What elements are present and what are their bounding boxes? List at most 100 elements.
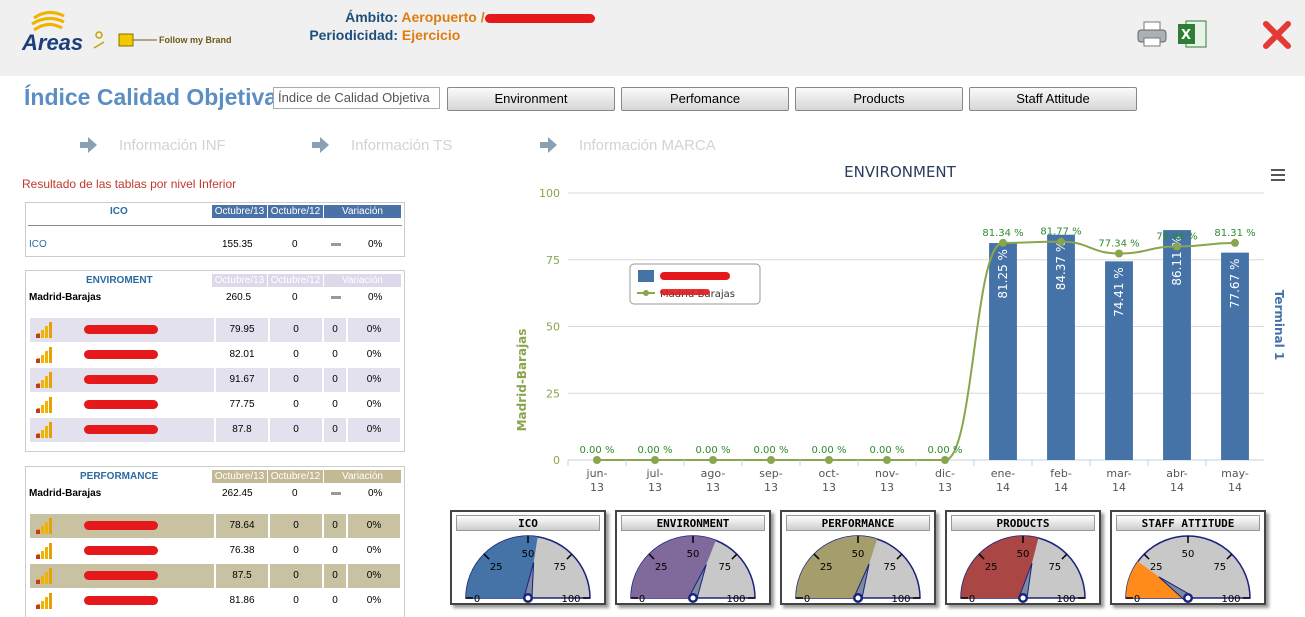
line-point[interactable] bbox=[651, 456, 659, 464]
x-tick-label: 13 bbox=[764, 481, 778, 494]
x-tick-label: 14 bbox=[996, 481, 1010, 494]
cell-value: 82.01 bbox=[216, 343, 268, 367]
close-button[interactable] bbox=[1260, 18, 1294, 57]
table-row[interactable]: 87.5 0 0 0% bbox=[30, 564, 400, 588]
cell-value: 79.95 bbox=[216, 318, 268, 342]
gauge-title: ENVIRONMENT bbox=[621, 515, 765, 531]
gauge-environment[interactable]: ENVIRONMENT 0 25 50 75 100 bbox=[615, 510, 771, 605]
gauge-products[interactable]: PRODUCTS 0 25 50 75 100 bbox=[945, 510, 1101, 605]
line-point[interactable] bbox=[1115, 249, 1123, 258]
line-point[interactable] bbox=[999, 238, 1007, 247]
bar-chart-icon[interactable] bbox=[36, 346, 54, 364]
line-data-label: 0.00 % bbox=[754, 445, 789, 456]
cell-value: 0 bbox=[324, 343, 346, 367]
gauge-tick-label: 50 bbox=[522, 549, 535, 560]
gauge-tick-label: 50 bbox=[1017, 549, 1030, 560]
gauge-title: PRODUCTS bbox=[951, 515, 1095, 531]
info-ts-link[interactable]: Información TS bbox=[351, 137, 452, 154]
gauge-performance[interactable]: PERFORMANCE 0 25 50 75 100 bbox=[780, 510, 936, 605]
redaction-mark bbox=[84, 521, 158, 530]
bar-chart-icon[interactable] bbox=[36, 396, 54, 414]
redaction-mark bbox=[84, 546, 158, 555]
bar-chart-icon[interactable] bbox=[36, 421, 54, 439]
cell-value: 0 bbox=[270, 368, 322, 392]
row-label: Madrid-Barajas bbox=[29, 488, 102, 499]
gauge-tick-label: 50 bbox=[687, 549, 700, 560]
cell-value: 0 bbox=[270, 589, 322, 613]
x-tick-label: ene- bbox=[991, 467, 1016, 480]
table-row[interactable]: 81.86 0 0 0% bbox=[30, 589, 400, 613]
column-header: Octubre/13 bbox=[212, 205, 267, 218]
cell-value: 0 bbox=[292, 292, 298, 303]
cell-value: 0 bbox=[324, 564, 346, 588]
excel-export-button[interactable]: X bbox=[1176, 18, 1208, 55]
cell-value: 87.5 bbox=[216, 564, 268, 588]
gauge-tick-label: 0 bbox=[1134, 594, 1140, 604]
cell-value: 87.8 bbox=[216, 418, 268, 442]
line-point[interactable] bbox=[941, 456, 949, 464]
chart-legend[interactable]: Madrid-Barajas bbox=[629, 263, 761, 305]
line-point[interactable] bbox=[593, 456, 601, 464]
line-point[interactable] bbox=[825, 456, 833, 464]
table-row[interactable]: 76.38 0 0 0% bbox=[30, 539, 400, 563]
row-label[interactable]: ICO bbox=[29, 239, 47, 250]
line-data-label: 0.00 % bbox=[580, 445, 615, 456]
chart-menu-icon[interactable] bbox=[1271, 169, 1285, 181]
x-tick-label: 13 bbox=[880, 481, 894, 494]
line-point[interactable] bbox=[883, 456, 891, 464]
products-button[interactable]: Products bbox=[795, 87, 963, 111]
bar-chart-icon[interactable] bbox=[36, 321, 54, 339]
environment-button[interactable]: Environment bbox=[447, 87, 615, 111]
cell-value: 262.45 bbox=[222, 488, 253, 499]
divider bbox=[28, 225, 402, 226]
cell-value: 0% bbox=[348, 393, 400, 417]
cell-value: 0 bbox=[270, 539, 322, 563]
line-point[interactable] bbox=[767, 456, 775, 464]
redaction-mark bbox=[84, 325, 158, 334]
index-select[interactable]: Índice de Calidad Objetiva bbox=[273, 87, 440, 109]
environment-chart: ENVIRONMENT 0 25 50 75 100 81.25 % 84.37 % 74.… bbox=[515, 163, 1286, 494]
line-point[interactable] bbox=[709, 456, 717, 464]
ambito-label: Ámbito: bbox=[345, 9, 398, 25]
environment-table: ENVIROMENT Octubre/13 Octubre/12 Variaci… bbox=[25, 270, 405, 452]
table-row[interactable]: 77.75 0 0 0% bbox=[30, 393, 400, 417]
table-row[interactable]: 79.95 0 0 0% bbox=[30, 318, 400, 342]
line-point[interactable] bbox=[1057, 237, 1065, 246]
line-point[interactable] bbox=[1231, 238, 1239, 247]
y-tick-label: 100 bbox=[539, 187, 560, 200]
cell-value: 0 bbox=[270, 393, 322, 417]
table-row[interactable]: 87.8 0 0 0% bbox=[30, 418, 400, 442]
print-button[interactable] bbox=[1136, 20, 1168, 53]
gauge-staff-attitude[interactable]: STAFF ATTITUDE 0 25 50 75 100 bbox=[1110, 510, 1266, 605]
bar-data-label: 74.41 % bbox=[1112, 267, 1126, 317]
bar-chart-icon[interactable] bbox=[36, 592, 54, 610]
redaction-mark bbox=[84, 400, 158, 409]
table-row[interactable]: 91.67 0 0 0% bbox=[30, 368, 400, 392]
info-inf-link[interactable]: Información INF bbox=[119, 137, 226, 154]
table-row[interactable]: 78.64 0 0 0% bbox=[30, 514, 400, 538]
gauge-ico[interactable]: ICO 0 25 50 75 100 bbox=[450, 510, 606, 605]
x-tick-label: nov- bbox=[875, 467, 899, 480]
bar-chart-icon[interactable] bbox=[36, 542, 54, 560]
column-header: Octubre/13 bbox=[212, 274, 267, 287]
gauge-tick-label: 75 bbox=[1048, 562, 1061, 573]
gauge-tick-label: 0 bbox=[474, 594, 480, 604]
line-point[interactable] bbox=[1173, 242, 1181, 251]
gauge-tick-label: 75 bbox=[1213, 562, 1226, 573]
row-name-cell bbox=[30, 368, 214, 392]
staff-attitude-button[interactable]: Staff Attitude bbox=[969, 87, 1137, 111]
redaction-mark bbox=[84, 375, 158, 384]
table-row[interactable]: 82.01 0 0 0% bbox=[30, 343, 400, 367]
x-tick-label: ago- bbox=[701, 467, 726, 480]
x-tick-label: 13 bbox=[590, 481, 604, 494]
x-tick-label: dic- bbox=[935, 467, 955, 480]
table-name: ENVIROMENT bbox=[86, 275, 153, 286]
bar-chart-icon[interactable] bbox=[36, 371, 54, 389]
bar-chart-icon[interactable] bbox=[36, 567, 54, 585]
x-tick-label: 14 bbox=[1112, 481, 1126, 494]
x-tick-label: 14 bbox=[1228, 481, 1242, 494]
cell-value: 0% bbox=[348, 343, 400, 367]
info-marca-link[interactable]: Información MARCA bbox=[579, 137, 716, 154]
bar-chart-icon[interactable] bbox=[36, 517, 54, 535]
performance-button[interactable]: Perfomance bbox=[621, 87, 789, 111]
